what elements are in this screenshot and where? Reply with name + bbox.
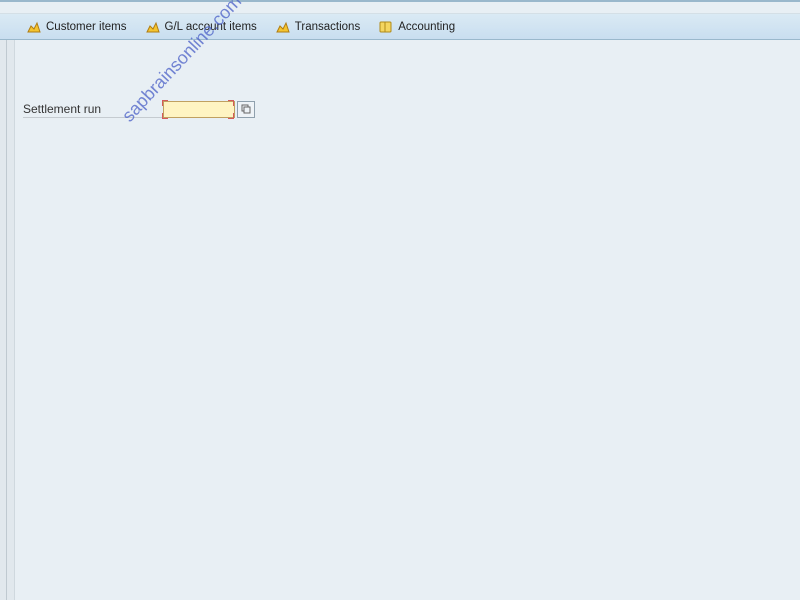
left-margin <box>0 40 14 600</box>
header-bar <box>0 2 800 14</box>
settlement-run-row: Settlement run <box>23 100 255 118</box>
required-marker <box>162 100 168 106</box>
required-marker <box>228 100 234 106</box>
transactions-button[interactable]: Transactions <box>275 19 360 35</box>
accounting-button[interactable]: Accounting <box>378 19 455 35</box>
report-icon <box>145 19 161 35</box>
customer-items-button[interactable]: Customer items <box>26 19 127 35</box>
search-help-button[interactable] <box>237 101 255 118</box>
toolbar-item-label: Transactions <box>295 21 360 33</box>
toolbar-item-label: Accounting <box>398 21 455 33</box>
report-icon <box>275 19 291 35</box>
content-area: Settlement run <box>14 40 800 600</box>
toolbar-item-label: G/L account items <box>165 21 257 33</box>
divider <box>6 40 7 600</box>
toolbar-item-label: Customer items <box>46 21 127 33</box>
required-marker <box>228 113 234 119</box>
book-icon <box>378 19 394 35</box>
settlement-run-input[interactable] <box>163 101 235 118</box>
application-toolbar: Customer items G/L account items Transac… <box>0 14 800 40</box>
required-marker <box>162 113 168 119</box>
settlement-run-input-group <box>163 101 255 118</box>
gl-account-items-button[interactable]: G/L account items <box>145 19 257 35</box>
search-help-icon <box>241 104 251 114</box>
settlement-run-label: Settlement run <box>23 100 163 118</box>
report-icon <box>26 19 42 35</box>
